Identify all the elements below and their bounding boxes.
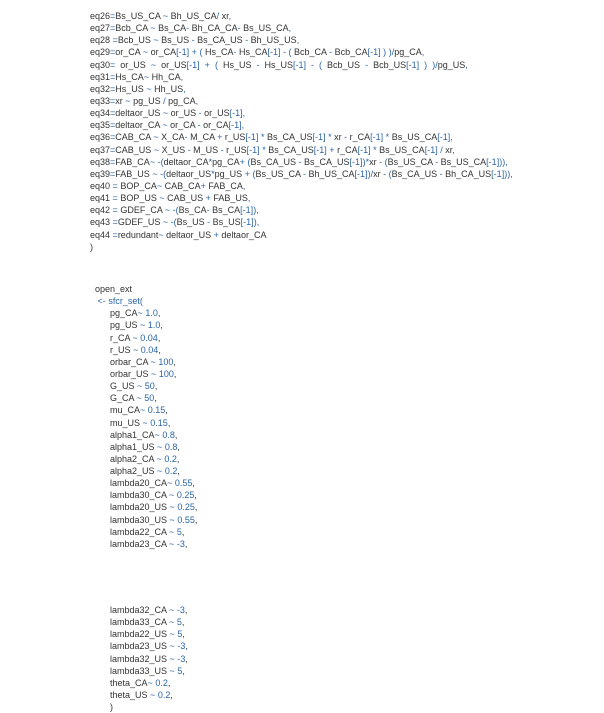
open-ext-params-group-2: lambda32_CA ~ -3,lambda33_CA ~ 5,lambda2… <box>90 604 594 701</box>
param-lambda32_US: lambda32_US ~ -3, <box>90 653 594 665</box>
open-ext-var: open_ext <box>95 284 132 294</box>
param-pg_US: pg_US ~ 1.0, <box>90 319 594 331</box>
param-pg_CA: pg_CA~ 1.0, <box>90 307 594 319</box>
eq-line-eq43: eq43 =GDEF_US ~ -(Bs_US - Bs_US[-1]), <box>90 216 594 228</box>
eq-line-eq31: eq31=Hs_CA~ Hh_CA, <box>90 71 594 83</box>
eq-line-eq28: eq28 =Bcb_US ~ Bs_US - Bs_CA_US - Bh_US_… <box>90 34 594 46</box>
eq-line-eq40: eq40 = BOP_CA~ CAB_CA+ FAB_CA, <box>90 180 594 192</box>
open-ext-closing-paren: ) <box>90 701 594 713</box>
equations-block: eq26=Bs_US_CA ~ Bh_US_CA/ xr,eq27=Bcb_CA… <box>90 10 594 241</box>
param-theta_CA: theta_CA~ 0.2, <box>90 677 594 689</box>
eq-line-eq42: eq42 = GDEF_CA ~ -(Bs_CA- Bs_CA[-1]), <box>90 204 594 216</box>
assign-op: <- <box>98 296 106 306</box>
param-lambda32_CA: lambda32_CA ~ -3, <box>90 604 594 616</box>
param-mu_US: mu_US ~ 0.15, <box>90 417 594 429</box>
param-lambda23_CA: lambda23_CA ~ -3, <box>90 538 594 550</box>
param-lambda30_US: lambda30_US ~ 0.55, <box>90 514 594 526</box>
param-mu_CA: mu_CA~ 0.15, <box>90 404 594 416</box>
param-lambda33_CA: lambda33_CA ~ 5, <box>90 616 594 628</box>
param-theta_US: theta_US ~ 0.2, <box>90 689 594 701</box>
param-lambda22_CA: lambda22_CA ~ 5, <box>90 526 594 538</box>
param-alpha2_US: alpha2_US ~ 0.2, <box>90 465 594 477</box>
fn-name: sfcr_set( <box>108 296 143 306</box>
param-lambda23_US: lambda23_US ~ -3, <box>90 640 594 652</box>
eq-line-eq37: eq37=CAB_US ~ X_US - M_US - r_US[-1] * B… <box>90 144 594 156</box>
eq-line-eq39: eq39=FAB_US ~ -(deltaor_US*pg_US + (Bs_U… <box>90 168 594 180</box>
param-G_US: G_US ~ 50, <box>90 380 594 392</box>
param-orbar_US: orbar_US ~ 100, <box>90 368 594 380</box>
param-alpha2_CA: alpha2_CA ~ 0.2, <box>90 453 594 465</box>
eq-line-eq27: eq27=Bcb_CA ~ Bs_CA- Bh_CA_CA- Bs_US_CA, <box>90 22 594 34</box>
eq-line-eq35: eq35=deltaor_CA ~ or_CA - or_CA[-1], <box>90 119 594 131</box>
param-orbar_CA: orbar_CA ~ 100, <box>90 356 594 368</box>
param-lambda33_US: lambda33_US ~ 5, <box>90 665 594 677</box>
eq-line-eq26: eq26=Bs_US_CA ~ Bh_US_CA/ xr, <box>90 10 594 22</box>
param-alpha1_CA: alpha1_CA~ 0.8, <box>90 429 594 441</box>
eq-line-eq30: eq30= or_US ~ or_US[-1] + ( Hs_US - Hs_U… <box>90 59 594 71</box>
open-ext-params-group-1: pg_CA~ 1.0,pg_US ~ 1.0,r_CA ~ 0.04,r_US … <box>90 307 594 550</box>
param-alpha1_US: alpha1_US ~ 0.8, <box>90 441 594 453</box>
eq-line-eq36: eq36=CAB_CA ~ X_CA- M_CA + r_US[-1] * Bs… <box>90 131 594 143</box>
param-r_US: r_US ~ 0.04, <box>90 344 594 356</box>
eq-line-eq38: eq38=FAB_CA~ -(deltaor_CA*pg_CA+ (Bs_CA_… <box>90 156 594 168</box>
open-ext-header: open_ext <- sfcr_set( <box>90 271 594 307</box>
eq-line-eq33: eq33=xr ~ pg_US / pg_CA, <box>90 95 594 107</box>
param-lambda20_CA: lambda20_CA~ 0.55, <box>90 477 594 489</box>
eq-line-eq44: eq44 =redundant~ deltaor_US + deltaor_CA <box>90 229 594 241</box>
eq-line-eq32: eq32=Hs_US ~ Hh_US, <box>90 83 594 95</box>
param-lambda22_US: lambda22_US ~ 5, <box>90 628 594 640</box>
eq-line-eq41: eq41 = BOP_US ~ CAB_US + FAB_US, <box>90 192 594 204</box>
param-r_CA: r_CA ~ 0.04, <box>90 332 594 344</box>
param-lambda20_US: lambda20_US ~ 0.25, <box>90 501 594 513</box>
eq-closing-paren: ) <box>90 241 594 253</box>
param-G_CA: G_CA ~ 50, <box>90 392 594 404</box>
eq-line-eq34: eq34=deltaor_US ~ or_US - or_US[-1], <box>90 107 594 119</box>
param-lambda30_CA: lambda30_CA ~ 0.25, <box>90 489 594 501</box>
eq-line-eq29: eq29=or_CA ~ or_CA[-1] + ( Hs_CA- Hs_CA[… <box>90 46 594 58</box>
